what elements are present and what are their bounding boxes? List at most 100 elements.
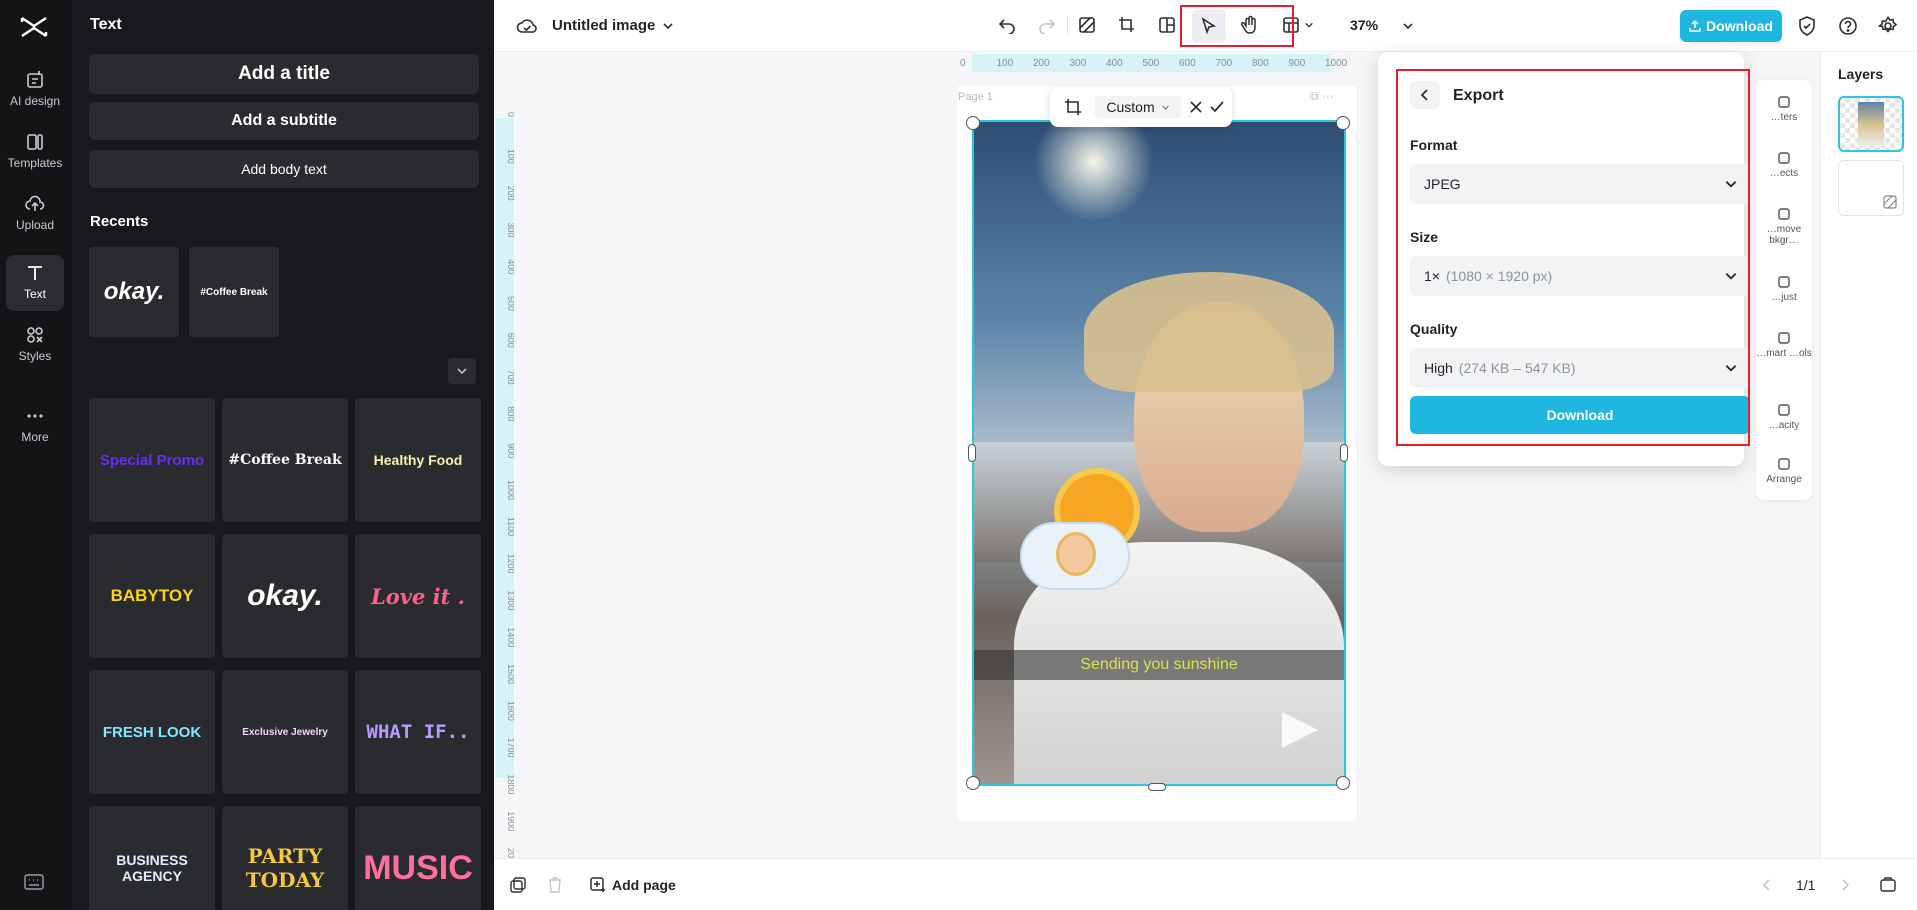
capcut-logo-icon: [18, 14, 50, 40]
add-page-icon: [590, 877, 606, 893]
right-tool-item[interactable]: …ters: [1756, 94, 1812, 123]
quality-select[interactable]: High (274 KB – 547 KB): [1410, 348, 1750, 388]
right-tools-panel: …ters …ects …move bkgr… …just …mart …ols …aci…: [1756, 80, 1812, 500]
back-button[interactable]: [1410, 81, 1440, 109]
chevron-left-icon[interactable]: [1762, 879, 1772, 891]
document-title[interactable]: Untitled image: [552, 17, 655, 34]
recent-item-text: okay.: [104, 278, 164, 306]
download-button-top[interactable]: Download: [1680, 10, 1782, 42]
layer-thumb-image[interactable]: [1838, 96, 1904, 152]
resize-handle[interactable]: [1336, 116, 1350, 130]
page-count: 1/1: [1796, 877, 1815, 893]
chevron-down-icon[interactable]: [1304, 20, 1314, 30]
caption-text[interactable]: Sending you sunshine: [974, 650, 1344, 680]
right-tool-item[interactable]: …just: [1756, 274, 1812, 303]
hand-icon[interactable]: [1240, 15, 1260, 35]
ruler-tick-label: 1500: [506, 664, 514, 684]
avatar-sticker: [1056, 532, 1096, 576]
export-title: Export: [1453, 87, 1504, 105]
page-duplicate-icon[interactable]: [510, 877, 526, 893]
settings-gear-icon[interactable]: [1878, 16, 1898, 36]
delete-icon[interactable]: [548, 877, 562, 893]
right-tool-label: …ects: [1770, 168, 1798, 179]
rail-item-upload[interactable]: Upload: [6, 186, 64, 242]
select-tool-button[interactable]: [1192, 9, 1226, 43]
crop-icon[interactable]: [1064, 98, 1082, 116]
canvas-image[interactable]: Sending you sunshine: [972, 120, 1346, 786]
close-icon[interactable]: [1190, 101, 1202, 113]
undo-icon[interactable]: [998, 16, 1016, 34]
rail-label: Upload: [6, 218, 64, 232]
top-bar: Untitled image 37% Download: [494, 0, 1917, 52]
page-more-icon[interactable]: ⧉ ⋯: [1310, 89, 1334, 104]
recent-item[interactable]: okay.: [89, 247, 179, 337]
chevron-right-icon[interactable]: [1840, 879, 1850, 891]
cloud-sync-icon[interactable]: [516, 16, 538, 36]
format-select[interactable]: JPEG: [1410, 164, 1750, 204]
ruler-tick-label: 300: [506, 222, 514, 237]
right-tool-item[interactable]: …move bkgr…: [1756, 206, 1812, 246]
right-tool-item[interactable]: Arrange: [1756, 456, 1812, 485]
shield-check-icon[interactable]: [1798, 16, 1816, 36]
chevron-down-icon[interactable]: [662, 20, 674, 32]
redo-icon[interactable]: [1038, 16, 1056, 34]
text-style-tile[interactable]: Healthy Food: [355, 398, 481, 522]
text-style-tile[interactable]: okay.: [222, 534, 348, 658]
resize-handle[interactable]: [1336, 776, 1350, 790]
text-style-tile[interactable]: PARTY TODAY: [222, 806, 348, 910]
zoom-level[interactable]: 37%: [1350, 17, 1378, 33]
resize-handle[interactable]: [966, 116, 980, 130]
resize-handle[interactable]: [1148, 783, 1166, 791]
check-icon[interactable]: [1210, 101, 1224, 113]
format-label: Format: [1410, 137, 1457, 153]
layer-image-preview: [1858, 102, 1884, 146]
layer-thumb-background[interactable]: [1838, 160, 1904, 216]
add-subtitle-button[interactable]: Add a subtitle: [89, 102, 479, 140]
add-element-icon[interactable]: [1158, 16, 1176, 34]
text-style-tile-label: #Coffee Break: [228, 452, 341, 468]
add-body-text-button[interactable]: Add body text: [89, 150, 479, 188]
add-page-button[interactable]: Add page: [590, 877, 676, 893]
resize-handle[interactable]: [968, 444, 976, 462]
collapse-recents-button[interactable]: [448, 358, 476, 384]
text-style-tile[interactable]: Love it .: [355, 534, 481, 658]
text-style-tile-label: Special Promo: [100, 452, 204, 469]
size-select[interactable]: 1× (1080 × 1920 px): [1410, 256, 1750, 296]
text-style-tile[interactable]: WHAT IF..: [355, 670, 481, 794]
resize-icon[interactable]: [1118, 16, 1136, 34]
export-download-button[interactable]: Download: [1410, 396, 1750, 434]
rail-item-text[interactable]: Text: [6, 255, 64, 311]
text-style-tile[interactable]: #Coffee Break: [222, 398, 348, 522]
ruler-tick-label: 400: [1106, 58, 1123, 69]
text-style-tile[interactable]: BABYTOY: [89, 534, 215, 658]
keyboard-icon[interactable]: [24, 874, 44, 890]
text-style-tile[interactable]: Exclusive Jewelry: [222, 670, 348, 794]
ruler-tick-label: 700: [1216, 58, 1233, 69]
resize-handle[interactable]: [966, 776, 980, 790]
rail-item-styles[interactable]: Styles: [6, 317, 64, 373]
rail-item-more[interactable]: More: [6, 398, 64, 454]
recent-item-text: #Coffee Break: [200, 287, 267, 298]
text-style-tile[interactable]: FRESH LOOK: [89, 670, 215, 794]
right-tool-item[interactable]: …mart …ols: [1756, 330, 1812, 359]
text-style-tile[interactable]: Special Promo: [89, 398, 215, 522]
panel-toggle-icon[interactable]: [1880, 877, 1896, 893]
layout-icon[interactable]: [1282, 16, 1300, 34]
panel-title: Text: [90, 16, 122, 34]
text-style-tile[interactable]: BUSINESS AGENCY: [89, 806, 215, 910]
crop-ratio-select[interactable]: Custom: [1095, 96, 1181, 118]
text-icon: [25, 263, 45, 283]
background-remove-icon[interactable]: [1078, 16, 1096, 34]
rail-item-ai-design[interactable]: AI design: [6, 62, 64, 118]
right-tool-item[interactable]: …acity: [1756, 402, 1812, 431]
chevron-left-icon: [1420, 89, 1430, 101]
add-title-button[interactable]: Add a title: [89, 54, 479, 94]
resize-handle[interactable]: [1340, 444, 1348, 462]
chevron-down-icon[interactable]: [1402, 20, 1414, 32]
text-style-tile[interactable]: MUSIC: [355, 806, 481, 910]
help-icon[interactable]: [1838, 16, 1858, 36]
recent-item[interactable]: #Coffee Break: [189, 247, 279, 337]
right-tool-item[interactable]: …ects: [1756, 150, 1812, 179]
rail-item-templates[interactable]: Templates: [6, 124, 64, 180]
tool-icon: [1776, 330, 1792, 346]
